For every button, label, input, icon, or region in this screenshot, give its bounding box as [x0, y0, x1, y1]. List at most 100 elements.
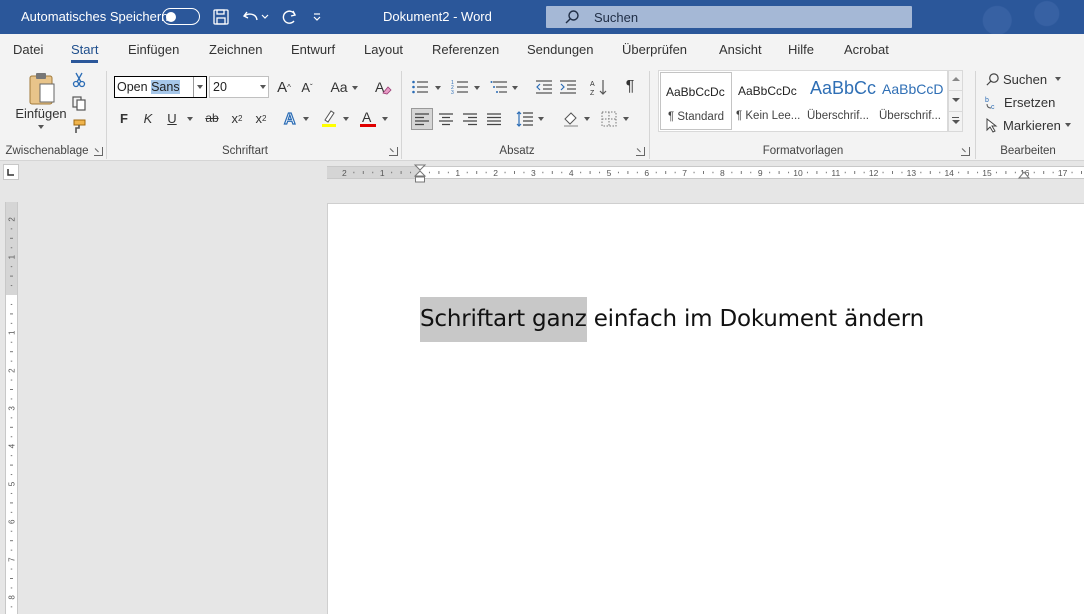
tab-hilfe[interactable]: Hilfe	[788, 42, 814, 57]
paste-label[interactable]: Einfügen	[12, 105, 70, 121]
numbering-dropdown-icon[interactable]	[474, 86, 480, 90]
clear-formatting-icon[interactable]: A	[372, 77, 394, 97]
superscript-button[interactable]: x2	[252, 108, 270, 128]
bullets-dropdown-icon[interactable]	[435, 86, 441, 90]
tab-entwurf[interactable]: Entwurf	[291, 42, 335, 57]
selected-text[interactable]: Schriftart ganz	[420, 297, 587, 342]
bold-button[interactable]: F	[115, 108, 133, 128]
clipboard-launcher-icon[interactable]	[94, 147, 103, 156]
autosave-toggle[interactable]	[162, 8, 200, 25]
tab-ueberpruefen[interactable]: Überprüfen	[622, 42, 687, 57]
sort-icon[interactable]: AZ	[589, 77, 609, 97]
paragraph-launcher-icon[interactable]	[636, 147, 645, 156]
font-size-field[interactable]: 20	[209, 76, 269, 98]
borders-icon[interactable]	[598, 108, 620, 130]
styles-launcher-icon[interactable]	[961, 147, 970, 156]
show-formatting-marks-icon[interactable]: ¶	[620, 77, 640, 97]
document-page[interactable]: Schriftart ganz einfach im Dokument ände…	[327, 203, 1084, 614]
search-box[interactable]: Suchen	[546, 6, 912, 28]
search-label: Suchen	[594, 10, 639, 25]
vertical-ruler[interactable]: 2 1 1 2 3 4 5 6 7 8	[5, 202, 18, 614]
font-color-dropdown-icon[interactable]	[382, 117, 388, 121]
justify-icon[interactable]	[483, 108, 505, 130]
underline-dropdown-icon[interactable]	[187, 117, 193, 121]
tab-referenzen[interactable]: Referenzen	[432, 42, 499, 57]
paste-button[interactable]	[24, 69, 60, 109]
line-spacing-icon[interactable]	[514, 108, 536, 130]
align-right-icon[interactable]	[459, 108, 481, 130]
cut-icon[interactable]	[70, 71, 88, 89]
styles-scroll-down-icon[interactable]	[952, 98, 960, 102]
search-icon	[564, 9, 580, 28]
borders-dropdown-icon[interactable]	[623, 117, 629, 121]
redo-icon[interactable]	[278, 6, 300, 28]
grow-font-button[interactable]: A ^	[274, 77, 294, 97]
multilevel-list-icon[interactable]	[489, 77, 509, 97]
change-case-button[interactable]: Aa	[328, 77, 350, 97]
text-effects-dropdown-icon[interactable]	[303, 117, 309, 121]
select-button[interactable]: Markieren	[985, 115, 1080, 135]
find-dropdown-icon[interactable]	[1055, 77, 1062, 81]
document-paragraph[interactable]: Schriftart ganz einfach im Dokument ände…	[420, 297, 924, 342]
tab-selector[interactable]	[3, 164, 19, 180]
tab-zeichnen[interactable]: Zeichnen	[209, 42, 262, 57]
style-preview: AaBbCcD	[882, 81, 944, 97]
underline-button[interactable]: U	[163, 108, 181, 128]
find-button[interactable]: Suchen	[985, 69, 1075, 89]
tab-start[interactable]: Start	[71, 42, 99, 63]
multilevel-dropdown-icon[interactable]	[512, 86, 518, 90]
shading-icon[interactable]	[560, 108, 582, 130]
change-case-dropdown-icon[interactable]	[352, 86, 358, 90]
styles-more-icon[interactable]	[952, 117, 959, 118]
style-ueberschrift-2[interactable]: AaBbCcD Überschrif...	[877, 72, 949, 128]
shrink-font-button[interactable]: Aˇ	[297, 77, 317, 97]
paragraph-text[interactable]: einfach im Dokument ändern	[587, 306, 924, 332]
customize-toolbar-icon[interactable]	[308, 6, 326, 28]
styles-scroll[interactable]	[948, 70, 963, 132]
styles-scroll-up-icon[interactable]	[952, 77, 960, 81]
italic-button[interactable]: K	[139, 108, 157, 128]
tab-layout[interactable]: Layout	[364, 42, 403, 57]
tab-datei[interactable]: Datei	[13, 42, 43, 57]
bullets-icon[interactable]	[410, 77, 430, 97]
ruler-number: 7	[682, 168, 687, 178]
highlight-dropdown-icon[interactable]	[343, 117, 349, 121]
style-kein-leerraum[interactable]: AaBbCcDc ¶ Kein Lee...	[733, 72, 805, 128]
ruler-number: 1	[380, 168, 385, 178]
font-size-dropdown-icon[interactable]	[260, 85, 266, 89]
font-color-icon[interactable]: A	[358, 107, 378, 129]
shading-dropdown-icon[interactable]	[584, 117, 590, 121]
tab-acrobat[interactable]: Acrobat	[844, 42, 889, 57]
style-standard[interactable]: AaBbCcDc ¶ Standard	[660, 72, 732, 130]
paste-dropdown-icon[interactable]	[38, 125, 44, 129]
font-name-dropdown-icon[interactable]	[193, 77, 206, 97]
strikethrough-button[interactable]: ab	[202, 108, 222, 128]
text-effects-icon[interactable]: A	[281, 107, 301, 129]
select-dropdown-icon[interactable]	[1064, 123, 1071, 127]
style-ueberschrift-1[interactable]: AaBbCc Überschrif...	[805, 72, 877, 128]
right-indent-marker-icon[interactable]	[1018, 170, 1030, 179]
svg-text:A: A	[284, 111, 296, 127]
indent-marker-icon[interactable]	[413, 164, 427, 186]
tab-einfuegen[interactable]: Einfügen	[128, 42, 179, 57]
tab-sendungen[interactable]: Sendungen	[527, 42, 594, 57]
font-name-field[interactable]: Open Sans	[114, 76, 207, 98]
decrease-indent-icon[interactable]	[534, 77, 554, 97]
subscript-button[interactable]: x2	[228, 108, 246, 128]
undo-dropdown-icon[interactable]	[258, 6, 272, 28]
ruler-number: 12	[869, 168, 879, 178]
save-icon[interactable]	[210, 6, 232, 28]
numbering-icon[interactable]: 123	[450, 77, 470, 97]
horizontal-ruler[interactable]: 211234567891011121314151617	[327, 164, 1084, 183]
increase-indent-icon[interactable]	[558, 77, 578, 97]
copy-icon[interactable]	[70, 94, 88, 112]
replace-button[interactable]: bc Ersetzen	[985, 92, 1075, 112]
font-launcher-icon[interactable]	[389, 147, 398, 156]
format-painter-icon[interactable]	[70, 117, 88, 135]
autosave-label: Automatisches Speichern	[21, 9, 169, 24]
line-spacing-dropdown-icon[interactable]	[538, 117, 544, 121]
highlight-icon[interactable]	[319, 107, 339, 129]
tab-ansicht[interactable]: Ansicht	[719, 42, 762, 57]
align-center-icon[interactable]	[435, 108, 457, 130]
align-left-icon[interactable]	[411, 108, 433, 130]
